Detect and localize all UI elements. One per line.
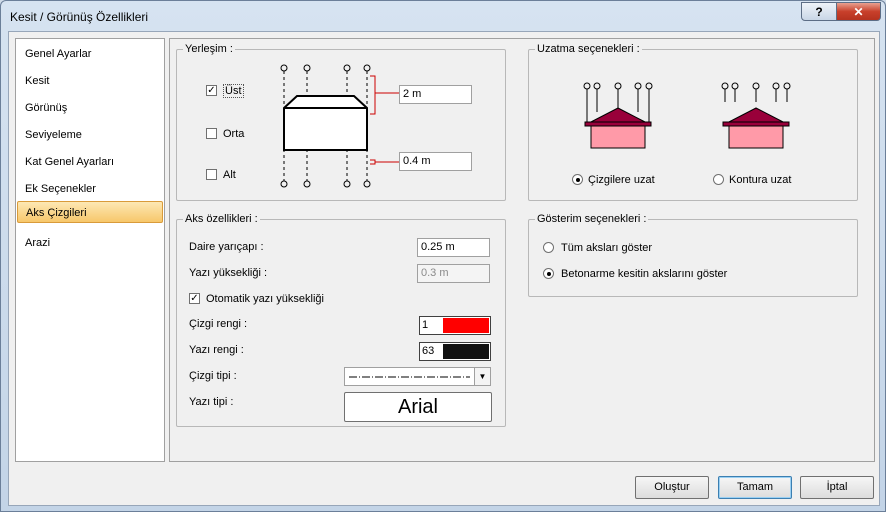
extend-contour-house-icon xyxy=(721,82,791,149)
extend-lines-house-icon xyxy=(583,82,653,149)
bottom-checkbox[interactable] xyxy=(206,169,217,180)
sidebar-item-seviyeleme[interactable]: Seviyeleme xyxy=(17,124,163,146)
check-icon: ✓ xyxy=(207,85,216,96)
extend-to-contour-label: Kontura uzat xyxy=(729,174,792,186)
axis-properties-group: Aks özellikleri : Daire yarıçapı : 0.25 … xyxy=(176,213,506,427)
bottom-label: Alt xyxy=(223,169,236,181)
axis-circle-top xyxy=(363,64,371,72)
sidebar-item-gorunus[interactable]: Görünüş xyxy=(17,97,163,119)
circle-radius-field[interactable]: 0.25 m xyxy=(417,238,490,257)
axis-circle-bottom xyxy=(363,180,371,188)
sidebar-item-label: Kesit xyxy=(25,75,50,87)
axis-circle-top xyxy=(303,64,311,72)
line-type-label: Çizgi tipi : xyxy=(189,370,237,382)
axis-circle-bottom xyxy=(280,180,288,188)
middle-checkbox[interactable] xyxy=(206,128,217,139)
text-height-label: Yazı yüksekliği : xyxy=(189,267,268,279)
dialog-client: Genel Ayarlar Kesit Görünüş Seviyeleme K… xyxy=(8,31,880,506)
line-type-select[interactable]: ▼ xyxy=(344,367,491,386)
extend-to-contour-radio[interactable] xyxy=(713,174,724,185)
auto-text-height-checkbox[interactable]: ✓ xyxy=(189,293,200,304)
show-concrete-axes-label: Betonarme kesitin akslarını göster xyxy=(561,268,728,280)
circle-radius-label: Daire yarıçapı : xyxy=(189,241,264,253)
building-outline xyxy=(283,95,368,151)
settings-panel: Yerleşim : ✓ Üst Orta Alt 2 m 0.4 m Aks … xyxy=(169,38,875,462)
axis-circle-top xyxy=(343,64,351,72)
middle-label: Orta xyxy=(223,128,245,140)
placement-legend: Yerleşim : xyxy=(183,43,235,55)
extend-to-lines-label: Çizgilere uzat xyxy=(588,174,655,186)
sidebar-item-kat-genel-ayarlari[interactable]: Kat Genel Ayarları xyxy=(17,151,163,173)
extend-to-lines-radio[interactable] xyxy=(572,174,583,185)
dialog-window: Kesit / Görünüş Özellikleri ? ✕ Genel Ay… xyxy=(0,0,886,512)
line-color-picker[interactable]: 1 xyxy=(419,316,491,335)
sidebar-item-label: Kat Genel Ayarları xyxy=(25,156,115,168)
axis-properties-legend: Aks özellikleri : xyxy=(183,213,260,225)
sidebar-item-arazi[interactable]: Arazi xyxy=(17,232,163,254)
sidebar: Genel Ayarlar Kesit Görünüş Seviyeleme K… xyxy=(15,38,165,462)
check-icon: ✓ xyxy=(190,293,199,304)
cancel-button[interactable]: İptal xyxy=(800,476,874,499)
text-height-field: 0.3 m xyxy=(417,264,490,283)
sidebar-item-label: Seviyeleme xyxy=(25,129,82,141)
sidebar-item-label: Aks Çizgileri xyxy=(26,207,87,219)
font-picker-button[interactable]: Arial xyxy=(344,392,492,422)
bottom-offset-field[interactable]: 0.4 m xyxy=(399,152,472,171)
line-color-index: 1 xyxy=(422,319,429,331)
chevron-down-icon[interactable]: ▼ xyxy=(474,368,490,385)
display-legend: Gösterim seçenekleri : xyxy=(535,213,649,225)
text-color-index: 63 xyxy=(422,345,435,357)
show-all-axes-label: Tüm aksları göster xyxy=(561,242,653,254)
sidebar-item-label: Ek Seçenekler xyxy=(25,183,96,195)
top-label: Üst xyxy=(223,84,244,98)
help-icon: ? xyxy=(815,4,823,19)
dash-dot-line-icon xyxy=(349,376,470,378)
placement-group: Yerleşim : ✓ Üst Orta Alt 2 m 0.4 m xyxy=(176,43,506,201)
sidebar-item-kesit[interactable]: Kesit xyxy=(17,70,163,92)
bottom-distance-marker xyxy=(370,159,376,165)
sidebar-item-label: Genel Ayarlar xyxy=(25,48,92,60)
extension-legend: Uzatma seçenekleri : xyxy=(535,43,642,55)
axis-circle-bottom xyxy=(303,180,311,188)
line-color-label: Çizgi rengi : xyxy=(189,318,248,330)
close-icon: ✕ xyxy=(853,4,864,19)
ok-button[interactable]: Tamam xyxy=(718,476,792,499)
extension-group: Uzatma seçenekleri : Çizgilere uzat Kont… xyxy=(528,43,858,201)
font-label: Yazı tipi : xyxy=(189,396,234,408)
show-all-axes-radio[interactable] xyxy=(543,242,554,253)
axis-circle-bottom xyxy=(343,180,351,188)
create-button[interactable]: Oluştur xyxy=(635,476,709,499)
text-color-label: Yazı rengi : xyxy=(189,344,244,356)
placement-diagram xyxy=(280,64,399,188)
text-color-picker[interactable]: 63 xyxy=(419,342,491,361)
auto-text-height-label: Otomatik yazı yüksekliği xyxy=(206,293,324,305)
top-offset-field[interactable]: 2 m xyxy=(399,85,472,104)
close-button[interactable]: ✕ xyxy=(836,2,881,21)
show-concrete-axes-radio[interactable] xyxy=(543,268,554,279)
sidebar-item-aks-cizgileri[interactable]: Aks Çizgileri xyxy=(17,201,163,223)
top-checkbox[interactable]: ✓ xyxy=(206,85,217,96)
title-bar[interactable]: Kesit / Görünüş Özellikleri ? ✕ xyxy=(1,1,885,31)
axis-circle-top xyxy=(280,64,288,72)
sidebar-item-genel-ayarlar[interactable]: Genel Ayarlar xyxy=(17,43,163,65)
text-color-swatch xyxy=(443,344,489,359)
sidebar-item-label: Görünüş xyxy=(25,102,68,114)
sidebar-item-ek-secenekler[interactable]: Ek Seçenekler xyxy=(17,178,163,200)
sidebar-item-label: Arazi xyxy=(25,237,51,249)
line-color-swatch xyxy=(443,318,489,333)
window-title: Kesit / Görünüş Özellikleri xyxy=(10,10,149,24)
help-button[interactable]: ? xyxy=(801,2,837,21)
display-group: Gösterim seçenekleri : Tüm aksları göste… xyxy=(528,213,858,297)
top-distance-marker xyxy=(370,75,376,115)
